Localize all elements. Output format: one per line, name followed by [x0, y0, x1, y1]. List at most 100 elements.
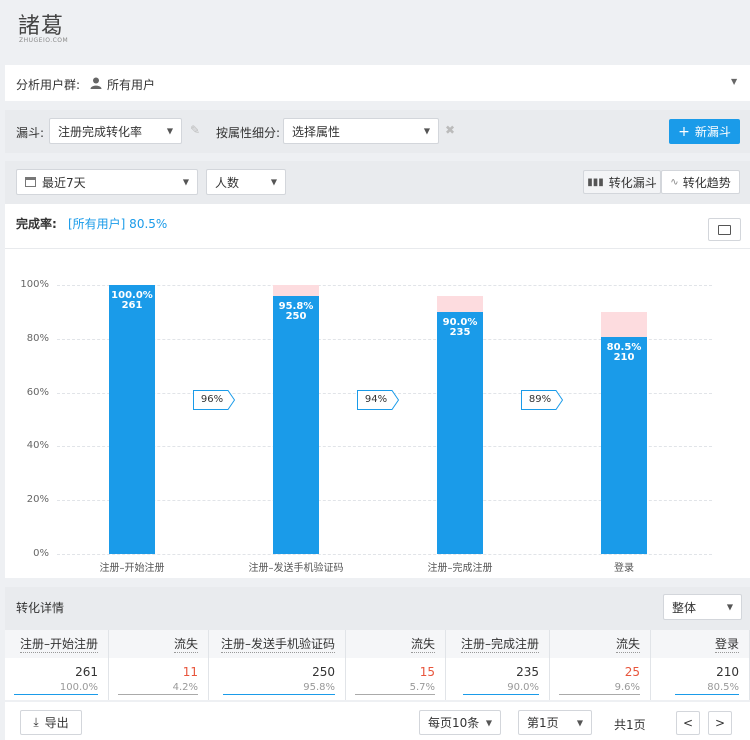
caret-down-icon: ▼: [423, 126, 430, 136]
grid-line: [57, 285, 712, 286]
cell-percent: 5.7%: [409, 682, 435, 693]
cell-percent-bar: [355, 694, 435, 695]
chevron-right-icon: >: [714, 716, 726, 730]
cell-percent-bar: [223, 694, 335, 695]
cell-value: 15: [419, 665, 435, 679]
step-conversion-label: 94%: [364, 394, 388, 405]
bar: [273, 296, 319, 554]
view-funnel-button[interactable]: ▮▮▮ 转化漏斗: [583, 170, 661, 194]
date-range-value: 最近7天: [42, 175, 86, 190]
table-header-label: 流失: [410, 637, 435, 653]
step-conversion-label: 89%: [528, 394, 552, 405]
table-cell: 15 5.7%: [346, 658, 446, 700]
view-trend-button[interactable]: ∿ 转化趋势: [661, 170, 740, 194]
funnel-select[interactable]: 注册完成转化率 ▼: [49, 118, 182, 144]
page-total: 共1页: [614, 718, 646, 732]
table-header-label: 注册–发送手机验证码: [220, 637, 335, 653]
cell-percent: 9.6%: [614, 682, 640, 693]
caret-down-icon: ▼: [485, 718, 492, 727]
step-conversion-arrow: 94%: [357, 390, 400, 410]
breakdown-select-value: 选择属性: [292, 124, 341, 139]
y-tick-label: 60%: [26, 386, 49, 398]
bar: [437, 311, 483, 554]
metric-select[interactable]: 人数 ▼: [206, 169, 286, 195]
table-cell: 235 90.0%: [446, 658, 550, 700]
edit-icon[interactable]: ✎: [190, 123, 200, 137]
breakdown-select[interactable]: 选择属性 ▼: [283, 118, 439, 144]
bar-count-label: 210: [613, 352, 635, 364]
user-group-value: 所有用户: [107, 78, 156, 92]
table-header-cell[interactable]: 注册–开始注册: [5, 630, 109, 658]
grid-line: [57, 554, 712, 555]
controls-bar: 最近7天 ▼ 人数 ▼ ▮▮▮ 转化漏斗 ∿ 转化趋势: [5, 161, 750, 204]
x-tick-label: 注册–完成注册: [427, 563, 493, 574]
cell-percent-bar: [675, 694, 739, 695]
table-header-cell[interactable]: 流失: [346, 630, 446, 658]
bar-count-label: 261: [121, 300, 143, 311]
table-cell: 25 9.6%: [550, 658, 651, 700]
scope-select[interactable]: 整体 ▼: [663, 594, 742, 620]
user-group-label: 分析用户群:: [16, 78, 81, 92]
chart-panel: 完成率: [所有用户] 80.5% 0% 20% 40% 60% 80% 100% 100.…: [5, 204, 750, 578]
bar-count-label: 250: [285, 311, 307, 323]
table-cell: 11 4.2%: [109, 658, 209, 700]
prev-page-button[interactable]: <: [676, 711, 700, 735]
download-icon: ⤓: [33, 715, 39, 729]
y-tick-label: 80%: [26, 332, 49, 344]
cell-value: 235: [516, 665, 539, 679]
line-chart-icon: ∿: [670, 176, 679, 188]
plus-icon: +: [678, 123, 690, 140]
table-cell: 250 95.8%: [209, 658, 346, 700]
cell-percent-bar: [14, 694, 98, 695]
breakdown-label: 按属性细分:: [216, 126, 281, 140]
bar-count-label: 235: [449, 326, 471, 338]
chevron-down-icon[interactable]: ▼: [731, 77, 737, 86]
next-page-button[interactable]: >: [708, 711, 732, 735]
cell-percent-bar: [559, 694, 640, 695]
date-range-select[interactable]: 最近7天 ▼: [16, 169, 198, 195]
filter-bar: 漏斗: 注册完成转化率 ▼ ✎ 按属性细分: 选择属性 ▼ ✖ + 新漏斗: [5, 110, 750, 153]
cell-value: 210: [716, 665, 739, 679]
user-group-bar[interactable]: 分析用户群: 所有用户 ▼: [5, 65, 750, 101]
funnel-label: 漏斗:: [16, 126, 45, 140]
bar: [109, 285, 155, 554]
table-header-label: 注册–开始注册: [19, 637, 98, 653]
scope-value: 整体: [672, 600, 697, 615]
table-cell: 261 100.0%: [5, 658, 109, 700]
cell-percent: 95.8%: [303, 682, 335, 693]
metric-value: 人数: [215, 175, 240, 190]
page-size-value: 每页10条: [428, 716, 480, 730]
cell-percent-bar: [463, 694, 539, 695]
new-funnel-button[interactable]: + 新漏斗: [669, 119, 740, 144]
clear-icon[interactable]: ✖: [445, 123, 455, 137]
view-trend-label: 转化趋势: [682, 175, 731, 190]
table-header-cell[interactable]: 注册–发送手机验证码: [209, 630, 346, 658]
table-header-label: 流失: [615, 637, 640, 653]
x-tick-label: 注册–开始注册: [99, 563, 165, 574]
step-conversion-arrow: 89%: [521, 390, 564, 410]
caret-down-icon: ▼: [166, 126, 173, 136]
details-header: 转化详情 整体 ▼: [5, 587, 750, 630]
cell-percent: 90.0%: [507, 682, 539, 693]
table-header-label: 注册–完成注册: [460, 637, 539, 653]
caret-down-icon: ▼: [182, 177, 189, 187]
bar: [601, 337, 647, 554]
step-conversion-arrow: 96%: [193, 390, 236, 410]
x-tick-label: 注册–发送手机验证码: [248, 563, 344, 574]
logo-subtext: ZHUGEIO.COM: [19, 37, 69, 44]
table-header-cell[interactable]: 流失: [109, 630, 209, 658]
bar-dropoff: [437, 296, 483, 312]
page-size-select[interactable]: 每页10条 ▼: [419, 710, 501, 735]
table-header-cell[interactable]: 流失: [550, 630, 651, 658]
cell-value: 25: [624, 665, 640, 679]
cell-percent-bar: [118, 694, 198, 695]
cell-value: 250: [312, 665, 335, 679]
table-cell: 210 80.5%: [651, 658, 750, 700]
caret-down-icon: ▼: [270, 177, 277, 187]
page-select[interactable]: 第1页 ▼: [518, 710, 592, 735]
table-header-cell[interactable]: 注册–完成注册: [446, 630, 550, 658]
export-button[interactable]: ⤓ 导出: [20, 710, 82, 735]
cell-percent: 4.2%: [172, 682, 198, 693]
details-title: 转化详情: [16, 601, 65, 615]
table-header-cell[interactable]: 登录: [651, 630, 750, 658]
